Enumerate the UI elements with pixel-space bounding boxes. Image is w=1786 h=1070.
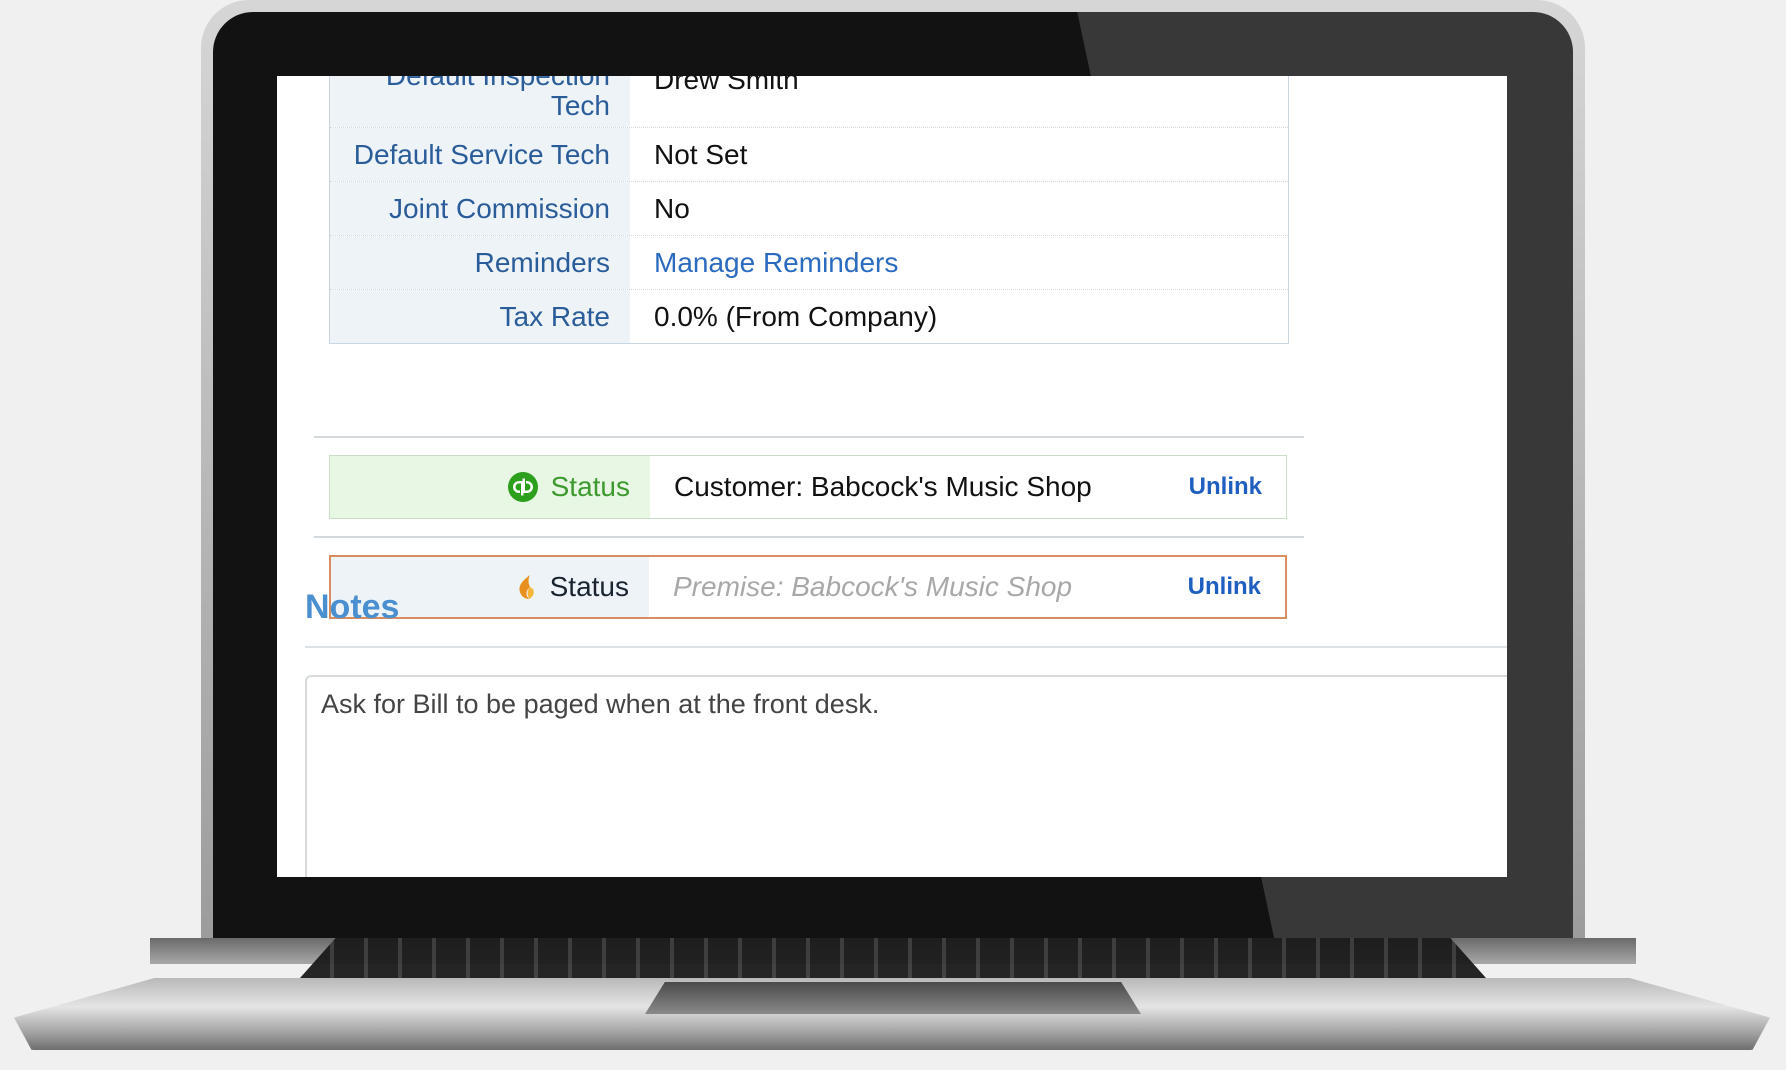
screen: Default Inspection Tech Drew Smith Defau… (277, 76, 1507, 877)
manage-reminders-link[interactable]: Manage Reminders (654, 247, 898, 279)
details-table: Default Inspection Tech Drew Smith Defau… (329, 76, 1289, 344)
detail-value: Not Set (654, 138, 748, 170)
detail-value: Drew Smith (654, 76, 799, 95)
detail-value: Manage Reminders (630, 236, 1288, 289)
notes-divider (305, 646, 1507, 648)
detail-row-inspection-tech: Default Inspection Tech Drew Smith (330, 76, 1288, 128)
sync-label-text: Status (549, 571, 629, 602)
detail-label: Default Inspection Tech (330, 76, 630, 127)
flame-icon (516, 573, 538, 601)
quickbooks-icon (507, 471, 539, 503)
sync-value-text: Premise: Babcock's Music Shop (673, 571, 1073, 602)
detail-value: 0.0% (From Company) (654, 300, 938, 332)
laptop-scene: Default Inspection Tech Drew Smith Defau… (0, 0, 1786, 1070)
detail-row-tax-rate: Tax Rate 0.0% (From Company) (330, 290, 1288, 343)
sync-label-text: Status (550, 471, 630, 502)
detail-row-service-tech: Default Service Tech Not Set (330, 128, 1288, 182)
premise-sync-status: Status Premise: Babcock's Music Shop Unl… (329, 555, 1287, 619)
notes-textarea[interactable]: Ask for Bill to be paged when at the fro… (305, 675, 1507, 877)
sync-value: Premise: Babcock's Music Shop Unlink (649, 557, 1285, 617)
section-divider (314, 436, 1304, 438)
detail-label: Tax Rate (330, 290, 630, 343)
notes-heading: Notes (305, 588, 400, 626)
detail-label: Default Service Tech (330, 128, 630, 181)
sync-value-text: Customer: Babcock's Music Shop (674, 471, 1092, 502)
section-divider (314, 536, 1304, 538)
detail-label: Joint Commission (330, 182, 630, 235)
detail-row-reminders: Reminders Manage Reminders (330, 236, 1288, 290)
keyboard (300, 938, 1486, 978)
premise-unlink-button[interactable]: Unlink (1188, 573, 1261, 601)
quickbooks-unlink-button[interactable]: Unlink (1189, 473, 1262, 501)
trackpad-notch (645, 982, 1141, 1014)
detail-label: Reminders (330, 236, 630, 289)
sync-label: Status (330, 456, 650, 518)
quickbooks-sync-status: Status Customer: Babcock's Music Shop Un… (329, 455, 1287, 519)
sync-value: Customer: Babcock's Music Shop Unlink (650, 456, 1286, 518)
detail-value: No (654, 192, 690, 224)
detail-row-joint-commission: Joint Commission No (330, 182, 1288, 236)
